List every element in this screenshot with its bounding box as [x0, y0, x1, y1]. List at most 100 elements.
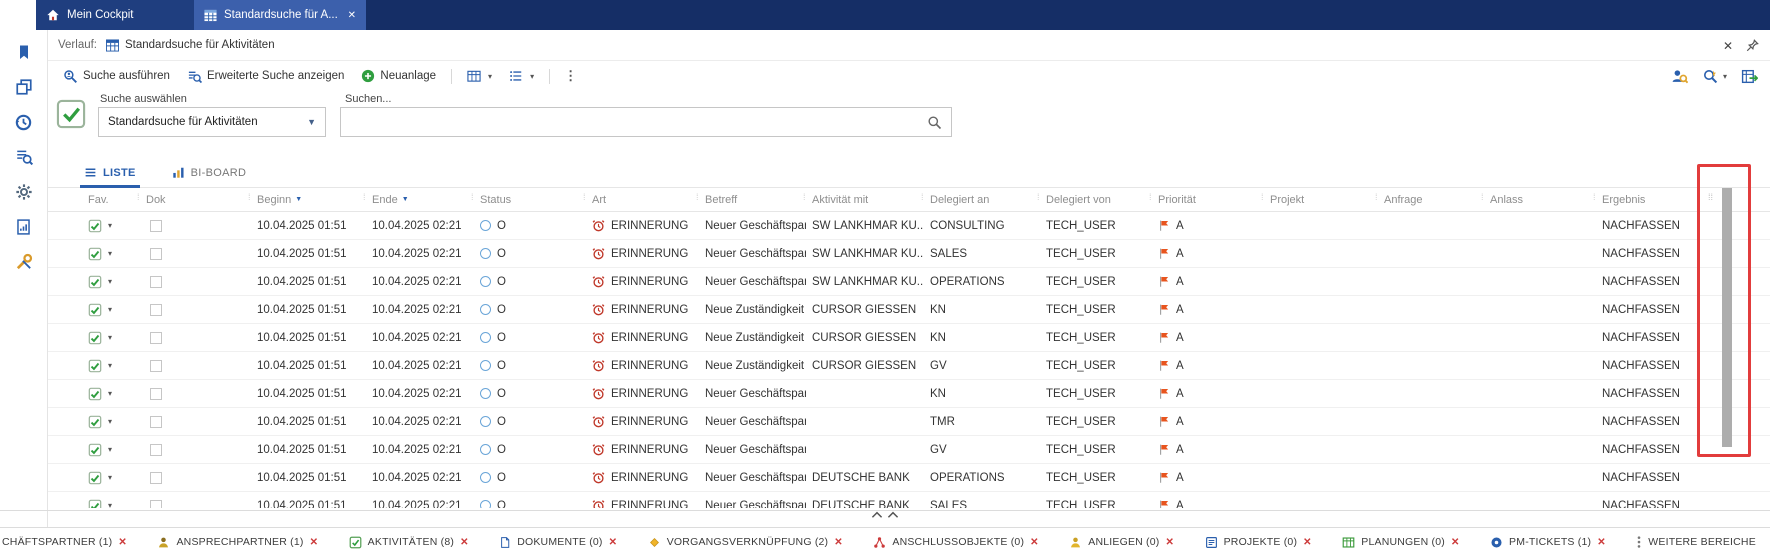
favorite-checkbox-icon[interactable] [88, 247, 102, 261]
column-header-projekt[interactable]: Projekt [1264, 188, 1378, 211]
favorite-checkbox-icon[interactable] [88, 471, 102, 485]
pin-icon[interactable] [1745, 38, 1760, 53]
bottom-tab-aktivitäten-8-[interactable]: AKTIVITÄTEN (8) ✕ [349, 536, 469, 549]
table-row[interactable]: ▾ 10.04.2025 01:51 10.04.2025 02:21 O ER… [48, 380, 1770, 408]
settings-gear-icon[interactable] [14, 182, 34, 202]
favorite-dropdown-caret[interactable]: ▾ [108, 277, 112, 286]
table-row[interactable]: ▾ 10.04.2025 01:51 10.04.2025 02:21 O ER… [48, 436, 1770, 464]
column-header-betreff[interactable]: Betreff [699, 188, 806, 211]
tab-standardsuche-aktivitaeten[interactable]: Standardsuche für A... ✕ [194, 0, 366, 30]
tools-icon[interactable] [14, 252, 34, 272]
table-row[interactable]: ▾ 10.04.2025 01:51 10.04.2025 02:21 O ER… [48, 212, 1770, 240]
close-tab-icon[interactable]: ✕ [1303, 537, 1312, 548]
dok-checkbox[interactable] [150, 276, 162, 288]
history-icon[interactable] [14, 112, 34, 132]
favorite-dropdown-caret[interactable]: ▾ [108, 305, 112, 314]
column-header-art[interactable]: Art [586, 188, 699, 211]
bottom-tab-pm-tickets-1-[interactable]: PM-TICKETS (1) ✕ [1490, 536, 1606, 549]
favorite-dropdown-caret[interactable]: ▾ [108, 333, 112, 342]
favorite-dropdown-caret[interactable]: ▾ [108, 417, 112, 426]
favorite-dropdown-caret[interactable]: ▾ [108, 473, 112, 482]
favorite-checkbox-icon[interactable] [88, 219, 102, 233]
column-header-beginn[interactable]: Beginn▼ [251, 188, 366, 211]
more-options-icon[interactable]: ⋮ [558, 68, 583, 84]
close-tab-icon[interactable]: ✕ [609, 537, 618, 548]
close-tab-icon[interactable]: ✕ [834, 537, 843, 548]
close-tab-icon[interactable]: ✕ [310, 537, 319, 548]
dok-checkbox[interactable] [150, 360, 162, 372]
favorite-dropdown-caret[interactable]: ▾ [108, 361, 112, 370]
favorite-dropdown-caret[interactable]: ▾ [108, 221, 112, 230]
close-tab-icon[interactable]: ✕ [1597, 537, 1606, 548]
close-history-icon[interactable]: ✕ [1723, 39, 1733, 53]
column-header-aktivität-mit[interactable]: Aktivität mit [806, 188, 924, 211]
close-tab-icon[interactable]: ✕ [460, 537, 469, 548]
advanced-search-button[interactable]: Erweiterte Suche anzeigen [180, 66, 351, 87]
dok-checkbox[interactable] [150, 416, 162, 428]
column-header-anfrage[interactable]: Anfrage [1378, 188, 1484, 211]
column-header-delegiert-an[interactable]: Delegiert an [924, 188, 1040, 211]
tab-liste[interactable]: LISTE [80, 158, 140, 187]
windows-icon[interactable] [14, 77, 34, 97]
dok-checkbox[interactable] [150, 248, 162, 260]
favorite-dropdown-caret[interactable]: ▾ [108, 249, 112, 258]
bookmark-icon[interactable] [14, 42, 34, 62]
export-table-icon[interactable] [1741, 68, 1758, 85]
search-select-dropdown[interactable]: Standardsuche für Aktivitäten ▼ [98, 107, 326, 137]
bottom-tab-anliegen-0-[interactable]: ANLIEGEN (0) ✕ [1069, 536, 1174, 549]
collapse-panel-control[interactable] [864, 511, 907, 519]
sort-caret-icon[interactable]: ▼ [295, 196, 302, 203]
user-search-icon[interactable] [1671, 68, 1688, 85]
bottom-tab-chäftspartner-1-[interactable]: CHÄFTSPARTNER (1) ✕ [2, 536, 127, 548]
filter-search-button[interactable]: ▾ [1702, 68, 1727, 84]
bottom-tab-planungen-0-[interactable]: PLANUNGEN (0) ✕ [1342, 536, 1459, 549]
close-tab-icon[interactable]: ✕ [118, 537, 127, 548]
tab-close-icon[interactable]: ✕ [348, 10, 356, 21]
bottom-tab-dokumente-0-[interactable]: DOKUMENTE (0) ✕ [499, 536, 617, 549]
table-row[interactable]: ▾ 10.04.2025 01:51 10.04.2025 02:21 O ER… [48, 464, 1770, 492]
bottom-tab-ansprechpartner-1-[interactable]: ANSPRECHPARTNER (1) ✕ [157, 536, 318, 549]
dok-checkbox[interactable] [150, 444, 162, 456]
tab-bi-board[interactable]: BI-BOARD [168, 158, 251, 187]
bottom-tab-projekte-0-[interactable]: PROJEKTE (0) ✕ [1205, 536, 1312, 549]
favorite-dropdown-caret[interactable]: ▾ [108, 501, 112, 508]
tab-mein-cockpit[interactable]: Mein Cockpit [36, 0, 194, 30]
favorite-checkbox-icon[interactable] [88, 331, 102, 345]
table-row[interactable]: ▾ 10.04.2025 01:51 10.04.2025 02:21 O ER… [48, 240, 1770, 268]
bottom-tab-weitere-bereiche[interactable]: WEITERE BEREICHE [1636, 535, 1756, 549]
table-row[interactable]: ▾ 10.04.2025 01:51 10.04.2025 02:21 O ER… [48, 296, 1770, 324]
close-tab-icon[interactable]: ✕ [1165, 537, 1174, 548]
dok-checkbox[interactable] [150, 332, 162, 344]
bottom-tab-vorgangsverknüpfung-2-[interactable]: VORGANGSVERKNÜPFUNG (2) ✕ [648, 536, 843, 549]
table-row[interactable]: ▾ 10.04.2025 01:51 10.04.2025 02:21 O ER… [48, 352, 1770, 380]
close-tab-icon[interactable]: ✕ [1030, 537, 1039, 548]
search-icon[interactable] [927, 115, 942, 130]
new-record-button[interactable]: Neuanlage [354, 66, 443, 86]
grid-view-button[interactable]: ▾ [460, 66, 499, 86]
column-header-delegiert-von[interactable]: Delegiert von [1040, 188, 1152, 211]
table-row[interactable]: ▾ 10.04.2025 01:51 10.04.2025 02:21 O ER… [48, 324, 1770, 352]
run-search-button[interactable]: Suche ausführen [56, 66, 177, 87]
search-list-icon[interactable] [14, 147, 34, 167]
sort-caret-icon[interactable]: ▼ [402, 196, 409, 203]
favorite-checkbox-icon[interactable] [88, 415, 102, 429]
column-header-dok[interactable]: Dok [140, 188, 251, 211]
dok-checkbox[interactable] [150, 472, 162, 484]
column-header-ergebnis[interactable]: Ergebnis [1596, 188, 1696, 211]
dok-checkbox[interactable] [150, 388, 162, 400]
column-header-anlass[interactable]: Anlass [1484, 188, 1596, 211]
table-row[interactable]: ▾ 10.04.2025 01:51 10.04.2025 02:21 O ER… [48, 408, 1770, 436]
favorite-checkbox-icon[interactable] [88, 387, 102, 401]
search-input[interactable] [350, 116, 927, 128]
favorite-checkbox-icon[interactable] [88, 499, 102, 509]
list-view-button[interactable]: ▾ [502, 66, 541, 86]
report-icon[interactable] [14, 217, 34, 237]
bottom-tab-anschlussobjekte-0-[interactable]: ANSCHLUSSOBJEKTE (0) ✕ [873, 536, 1038, 549]
favorite-checkbox-icon[interactable] [88, 275, 102, 289]
column-header-fav-[interactable]: Fav. [82, 188, 140, 211]
history-item[interactable]: Standardsuche für Aktivitäten [106, 39, 275, 52]
column-header-priorität[interactable]: Priorität [1152, 188, 1264, 211]
favorite-checkbox-icon[interactable] [88, 443, 102, 457]
table-row[interactable]: ▾ 10.04.2025 01:51 10.04.2025 02:21 O ER… [48, 268, 1770, 296]
dok-checkbox[interactable] [150, 220, 162, 232]
